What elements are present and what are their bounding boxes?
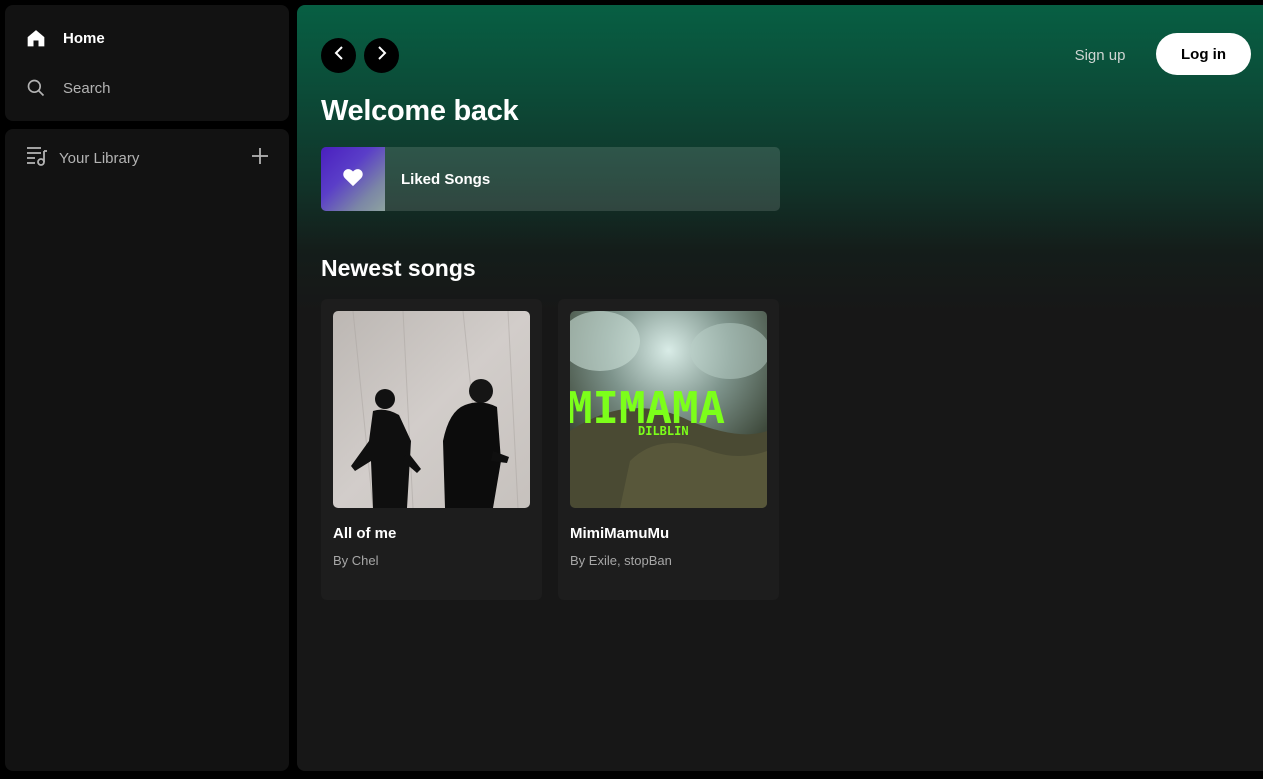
- sidebar-nav: Home Search: [5, 5, 289, 121]
- home-icon: [25, 27, 47, 49]
- chevron-left-icon: [332, 45, 346, 66]
- song-cover-image: [333, 311, 530, 508]
- heart-icon: [342, 167, 364, 192]
- nav-home[interactable]: Home: [25, 23, 105, 53]
- sidebar-library: Your Library: [5, 129, 289, 771]
- section-title: Newest songs: [321, 255, 476, 281]
- song-artist: By Chel: [333, 553, 379, 568]
- login-button[interactable]: Log in: [1156, 33, 1251, 75]
- search-icon: [25, 77, 47, 99]
- create-playlist-button[interactable]: [248, 146, 272, 170]
- library-label: Your Library: [59, 149, 140, 167]
- song-card[interactable]: MIMAMA DILBLIN MimiMamuMu By Exile, stop…: [558, 299, 779, 600]
- song-cover-image: MIMAMA DILBLIN: [570, 311, 767, 508]
- signup-button[interactable]: Sign up: [1057, 43, 1143, 67]
- back-button[interactable]: [321, 38, 356, 73]
- app-window: Home Search Your Library Sign up Log in …: [0, 0, 1263, 779]
- nav-search-label: Search: [63, 79, 111, 97]
- liked-songs-thumbnail: [321, 147, 385, 211]
- library-icon: [25, 145, 49, 172]
- nav-search[interactable]: Search: [25, 73, 111, 103]
- main-content: Sign up Log in Welcome back Liked Songs …: [297, 5, 1263, 771]
- song-title: All of me: [333, 525, 397, 542]
- cover-subtext: DILBLIN: [638, 424, 689, 438]
- liked-songs-label: Liked Songs: [401, 170, 491, 188]
- song-card[interactable]: All of me By Chel: [321, 299, 542, 600]
- song-title: MimiMamuMu: [570, 525, 670, 542]
- chevron-right-icon: [375, 45, 389, 66]
- forward-button[interactable]: [364, 38, 399, 73]
- plus-icon: [251, 147, 269, 170]
- liked-songs-shortcut[interactable]: Liked Songs: [321, 147, 780, 211]
- nav-home-label: Home: [63, 29, 105, 47]
- page-title: Welcome back: [321, 95, 519, 127]
- library-button[interactable]: Your Library: [25, 143, 139, 173]
- song-artist: By Exile, stopBan: [570, 553, 672, 568]
